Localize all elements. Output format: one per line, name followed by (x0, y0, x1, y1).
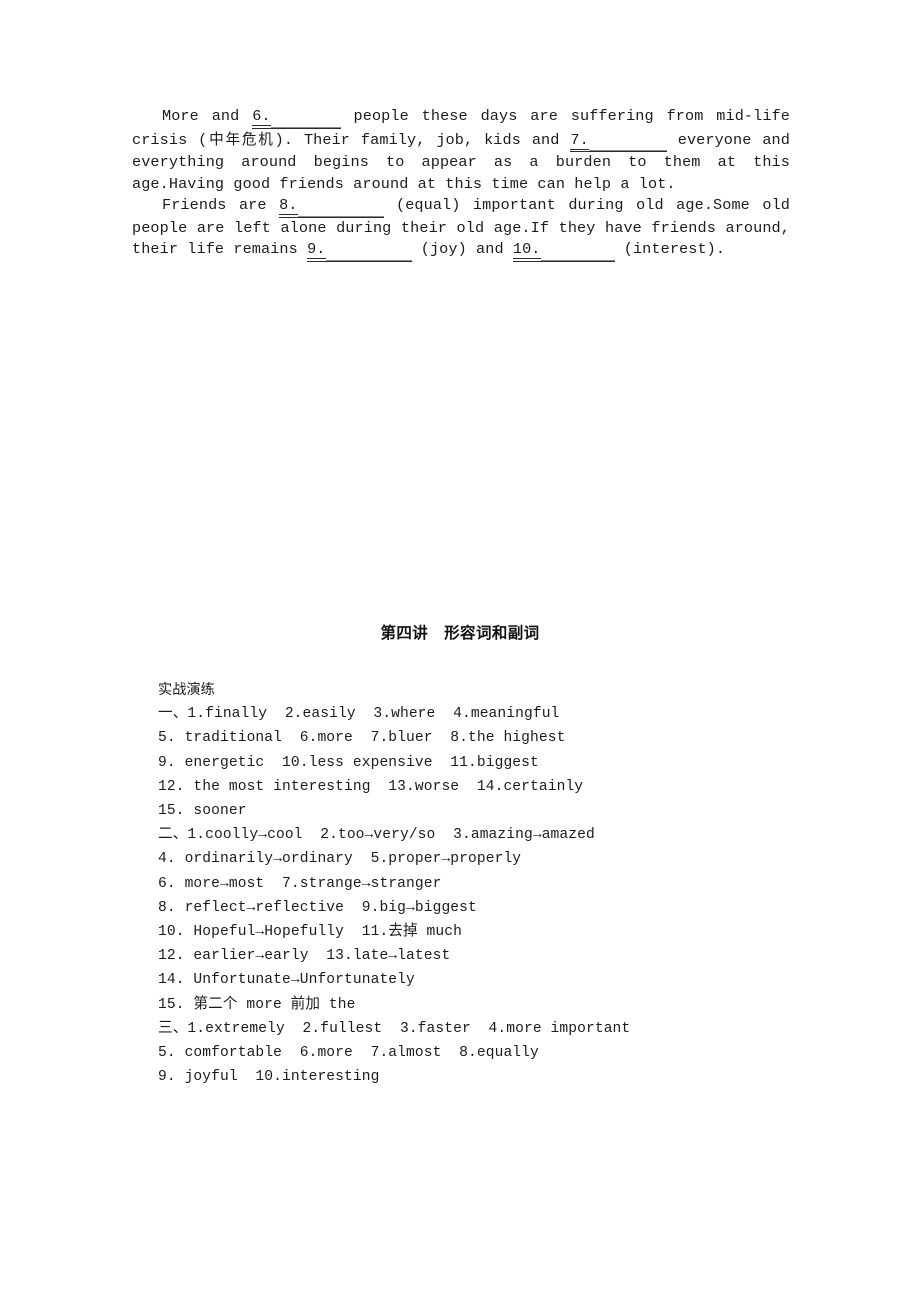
blank-6[interactable]: 6. (252, 106, 341, 129)
answer-line: 5. comfortable 6.more 7.almost 8.equally (158, 1045, 539, 1062)
answer-line: 二、1.coolly→cool 2.too→very/so 3.amazing→… (158, 827, 595, 844)
blank-9-rule (325, 246, 412, 261)
passage-text-2d: (interest). (614, 240, 726, 258)
blank-8-rule (297, 202, 384, 217)
blank-6-number: 6. (252, 107, 271, 126)
answer-line: 三、1.extremely 2.fullest 3.faster 4.more … (158, 1020, 631, 1037)
blank-9-number: 9. (307, 240, 326, 259)
answer-line: 5. traditional 6.more 7.bluer 8.the high… (158, 730, 566, 747)
lecture-heading: 第四讲 形容词和副词 (0, 621, 920, 643)
blank-10-number: 10. (512, 240, 541, 259)
answer-key-title: 实战演练 (158, 682, 215, 698)
passage-text-1c: ). Their family, job, kids and (274, 130, 571, 149)
passage-text-1a: More and (162, 107, 253, 125)
passage-paragraph-2: Friends are 8. (equal) important during … (132, 195, 790, 262)
answer-line: 9. energetic 10.less expensive 11.bigges… (158, 754, 539, 771)
answer-line: 12. the most interesting 13.worse 14.cer… (158, 778, 584, 795)
blank-9[interactable]: 9. (307, 239, 412, 262)
answer-key-block: 实战演练 一、1.finally 2.easily 3.where 4.mean… (158, 678, 758, 1089)
blank-10-rule (540, 246, 615, 261)
answer-line: 4. ordinarily→ordinary 5.proper→properly (158, 851, 522, 868)
blank-8[interactable]: 8. (279, 195, 384, 218)
passage-cjk-1: 中年危机 (207, 130, 275, 148)
answer-line: 9. joyful 10.interesting (158, 1069, 380, 1086)
blank-7-number: 7. (570, 130, 589, 150)
passage-block: More and 6. people these days are suffer… (132, 106, 790, 262)
lecture-title: 形容词和副词 (444, 624, 540, 642)
answer-line: 14. Unfortunate→Unfortunately (158, 972, 415, 989)
blank-7[interactable]: 7. (570, 130, 667, 152)
answer-line: 15. sooner (158, 803, 247, 820)
answer-line: 8. reflect→reflective 9.big→biggest (158, 899, 477, 916)
blank-7-rule (588, 136, 667, 151)
passage-text-2c: (joy) and (411, 240, 513, 258)
passage-text-2a: Friends are (162, 196, 280, 214)
answer-line: 6. more→most 7.strange→stranger (158, 875, 442, 892)
blank-8-number: 8. (279, 196, 298, 215)
lecture-number: 第四讲 (380, 624, 429, 642)
answer-line: 12. earlier→early 13.late→latest (158, 948, 451, 965)
answer-line: 15. 第二个 more 前加 the (158, 996, 356, 1013)
passage-paragraph-1: More and 6. people these days are suffer… (132, 106, 790, 195)
blank-10[interactable]: 10. (512, 239, 615, 262)
answer-line: 10. Hopeful→Hopefully 11.去掉 much (158, 924, 462, 941)
answer-line: 一、1.finally 2.easily 3.where 4.meaningfu… (158, 706, 560, 723)
blank-6-rule (270, 113, 341, 128)
